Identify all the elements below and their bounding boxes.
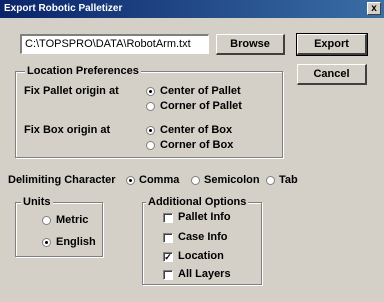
export-button[interactable]: Export [296,33,368,56]
english-label[interactable]: English [56,236,96,248]
close-icon[interactable]: x [367,2,381,15]
browse-button[interactable]: Browse [216,34,285,55]
case-info-checkbox[interactable] [163,233,173,243]
delimiter-label: Delimiting Character [8,174,116,186]
cancel-button[interactable]: Cancel [297,64,367,85]
file-path-input[interactable]: C:\TOPSPRO\DATA\RobotArm.txt [20,34,209,54]
tab-label[interactable]: Tab [279,174,298,186]
location-label[interactable]: Location [178,250,224,262]
title-bar: Export Robotic Palletizer x [0,0,384,18]
location-preferences-title: Location Preferences [25,65,141,77]
radio-metric[interactable] [42,216,51,225]
window-title: Export Robotic Palletizer [4,3,123,14]
radio-center-of-pallet[interactable] [146,87,155,96]
pallet-info-label[interactable]: Pallet Info [178,211,231,223]
radio-comma[interactable] [126,176,135,185]
units-group [15,202,103,257]
center-of-pallet-label[interactable]: Center of Pallet [160,85,241,97]
radio-tab[interactable] [266,176,275,185]
all-layers-checkbox[interactable] [163,270,173,280]
corner-of-box-label[interactable]: Corner of Box [160,139,233,151]
corner-of-pallet-label[interactable]: Corner of Pallet [160,100,242,112]
location-checkbox[interactable]: ✓ [163,252,173,262]
comma-label[interactable]: Comma [139,174,179,186]
box-origin-label: Fix Box origin at [24,124,111,136]
case-info-label[interactable]: Case Info [178,231,228,243]
all-layers-label[interactable]: All Layers [178,268,231,280]
radio-english[interactable] [42,238,51,247]
radio-corner-of-box[interactable] [146,141,155,150]
units-title: Units [21,196,53,208]
metric-label[interactable]: Metric [56,214,88,226]
pallet-origin-label: Fix Pallet origin at [24,85,119,97]
semicolon-label[interactable]: Semicolon [204,174,260,186]
radio-semicolon[interactable] [191,176,200,185]
center-of-box-label[interactable]: Center of Box [160,124,232,136]
pallet-info-checkbox[interactable] [163,213,173,223]
additional-options-title: Additional Options [146,196,249,208]
radio-corner-of-pallet[interactable] [146,102,155,111]
radio-center-of-box[interactable] [146,126,155,135]
